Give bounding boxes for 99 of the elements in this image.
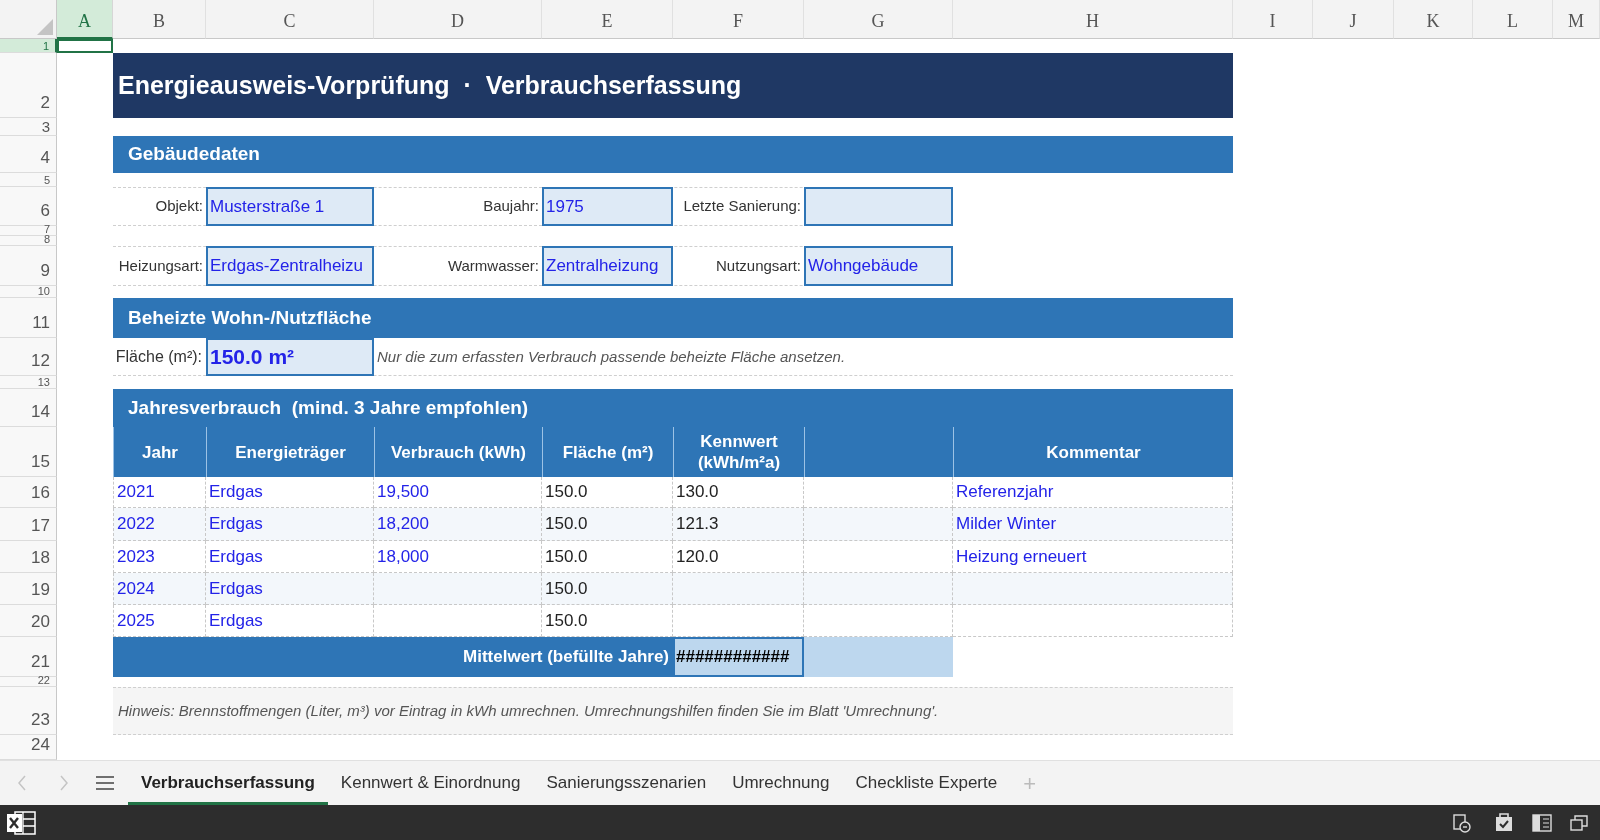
table-cell: Erdgas bbox=[206, 573, 374, 605]
field-label: Baujahr: bbox=[482, 196, 540, 217]
table-cell: 18,200 bbox=[374, 508, 542, 541]
table-cell: 121.3 bbox=[673, 508, 804, 541]
table-cell: 130.0 bbox=[673, 477, 804, 508]
table-header-cell: Kennwert (kWh/m²a) bbox=[673, 427, 804, 477]
input-field[interactable] bbox=[804, 187, 953, 226]
table-cell: Referenzjahr bbox=[953, 477, 1233, 508]
row-heading[interactable]: 19 bbox=[0, 573, 57, 605]
column-heading[interactable]: I bbox=[1233, 0, 1313, 39]
input-field[interactable]: 1975 bbox=[542, 187, 673, 226]
row-heading[interactable]: 11 bbox=[0, 298, 57, 338]
column-heading[interactable]: C bbox=[206, 0, 374, 39]
table-cell: Erdgas bbox=[206, 605, 374, 637]
column-heading[interactable]: K bbox=[1394, 0, 1473, 39]
section-header: Beheizte Wohn-/Nutzfläche bbox=[113, 298, 1233, 338]
field-label: Heizungsart: bbox=[117, 255, 204, 276]
table-cell: 150.0 bbox=[542, 605, 673, 637]
table-cell: 2025 bbox=[113, 605, 206, 637]
column-heading[interactable]: G bbox=[804, 0, 953, 39]
column-heading[interactable]: B bbox=[113, 0, 206, 39]
section-header: Gebäudedaten bbox=[113, 136, 1233, 173]
table-cell: 2024 bbox=[113, 573, 206, 605]
table-cell: Heizung erneuert bbox=[953, 541, 1233, 573]
selected-cell[interactable] bbox=[57, 39, 113, 53]
column-heading[interactable]: J bbox=[1313, 0, 1394, 39]
row-heading[interactable]: 10 bbox=[0, 286, 57, 298]
row-heading[interactable]: 20 bbox=[0, 605, 57, 637]
table-cell: 150.0 bbox=[542, 477, 673, 508]
row-heading[interactable]: 23 bbox=[0, 687, 57, 735]
table-cell: 150.0 bbox=[542, 508, 673, 541]
input-field[interactable]: Musterstraße 1 bbox=[206, 187, 374, 226]
row-heading[interactable]: 18 bbox=[0, 541, 57, 573]
table-cell: 2022 bbox=[113, 508, 206, 541]
row-heading[interactable]: 17 bbox=[0, 508, 57, 541]
field-label: Letzte Sanierung: bbox=[682, 196, 802, 217]
field-label: Nutzungsart: bbox=[714, 255, 802, 276]
column-heading[interactable]: A bbox=[57, 0, 113, 39]
section-header: Jahresverbrauch (mind. 3 Jahre empfohlen) bbox=[113, 389, 1233, 427]
input-field[interactable]: Erdgas-Zentralheizu bbox=[206, 246, 374, 286]
field-label: Fläche (m²): bbox=[114, 347, 203, 367]
column-heading[interactable]: D bbox=[374, 0, 542, 39]
save-icon[interactable] bbox=[1494, 812, 1514, 833]
table-header-cell: Energieträger bbox=[206, 427, 374, 477]
table-cell: 150.0 bbox=[542, 541, 673, 573]
row-heading[interactable]: 22 bbox=[0, 677, 57, 687]
row-heading[interactable]: 21 bbox=[0, 637, 57, 677]
field-label: Objekt: bbox=[154, 196, 204, 217]
row-heading[interactable]: 3 bbox=[0, 118, 57, 136]
panel-icon[interactable] bbox=[1532, 813, 1552, 832]
row-heading[interactable]: 2 bbox=[0, 53, 57, 118]
summary-value-cell: ############ bbox=[673, 637, 804, 677]
table-header-cell: Jahr bbox=[113, 427, 206, 477]
row-heading[interactable]: 24 bbox=[0, 735, 57, 760]
menu-icon[interactable] bbox=[96, 776, 114, 790]
column-heading[interactable]: E bbox=[542, 0, 673, 39]
row-heading[interactable]: 8 bbox=[0, 236, 57, 246]
input-field[interactable]: 150.0 m² bbox=[206, 338, 374, 376]
table-cell: Erdgas bbox=[206, 541, 374, 573]
table-cell: Erdgas bbox=[206, 508, 374, 541]
hint-text: Hinweis: Brennstoffmengen (Liter, m³) vor Eintrag in kWh umrechnen. Umrechnungshilfen finden Sie im Blatt 'Umrechnung'. bbox=[113, 687, 1233, 735]
row-heading[interactable]: 4 bbox=[0, 136, 57, 173]
sheet-tab[interactable]: Umrechnung bbox=[719, 761, 843, 805]
column-heading[interactable]: L bbox=[1473, 0, 1553, 39]
table-header-cell: Fläche (m²) bbox=[542, 427, 673, 477]
table-cell: 19,500 bbox=[374, 477, 542, 508]
table-cell: 120.0 bbox=[673, 541, 804, 573]
sheet-title: Energieausweis-Vorprüfung · Verbrauchserfassung bbox=[113, 53, 1233, 118]
summary-label: Mittelwert (befüllte Jahre) bbox=[113, 637, 673, 677]
column-heading[interactable]: F bbox=[673, 0, 804, 39]
row-heading[interactable]: 9 bbox=[0, 246, 57, 286]
column-heading[interactable]: H bbox=[953, 0, 1233, 39]
table-cell: 150.0 bbox=[542, 573, 673, 605]
row-heading[interactable]: 6 bbox=[0, 187, 57, 226]
sheet-tab[interactable]: Checkliste Experte bbox=[842, 761, 1011, 805]
table-cell: Milder Winter bbox=[953, 508, 1233, 541]
table-header-cell: Kommentar bbox=[953, 427, 1233, 477]
sheet-tab[interactable]: Kennwert & Einordnung bbox=[327, 761, 534, 805]
row-heading[interactable]: 5 bbox=[0, 173, 57, 187]
input-field[interactable]: Zentralheizung bbox=[542, 246, 673, 286]
input-field[interactable]: Wohngebäude bbox=[804, 246, 953, 286]
row-heading[interactable]: 12 bbox=[0, 338, 57, 376]
window-icon[interactable] bbox=[1570, 814, 1588, 831]
table-cell: 2023 bbox=[113, 541, 206, 573]
row-heading[interactable]: 13 bbox=[0, 376, 57, 389]
row-heading[interactable]: 16 bbox=[0, 477, 57, 508]
table-cell: 18,000 bbox=[374, 541, 542, 573]
spreadsheet-app-icon[interactable] bbox=[6, 809, 36, 836]
column-heading[interactable]: M bbox=[1553, 0, 1600, 39]
field-label: Warmwasser: bbox=[446, 255, 540, 276]
hint-text: Nur die zum erfassten Verbrauch passende beheizte Fläche ansetzen. bbox=[376, 346, 847, 367]
table-cell: Erdgas bbox=[206, 477, 374, 508]
row-heading[interactable]: 7 bbox=[0, 226, 57, 236]
table-header-cell: Verbrauch (kWh) bbox=[374, 427, 542, 477]
sheet-tab[interactable]: Sanierungsszenarien bbox=[533, 761, 720, 805]
row-heading[interactable]: 14 bbox=[0, 389, 57, 427]
row-heading[interactable]: 15 bbox=[0, 427, 57, 477]
row-heading[interactable]: 1 bbox=[0, 39, 57, 53]
table-cell: 2021 bbox=[113, 477, 206, 508]
